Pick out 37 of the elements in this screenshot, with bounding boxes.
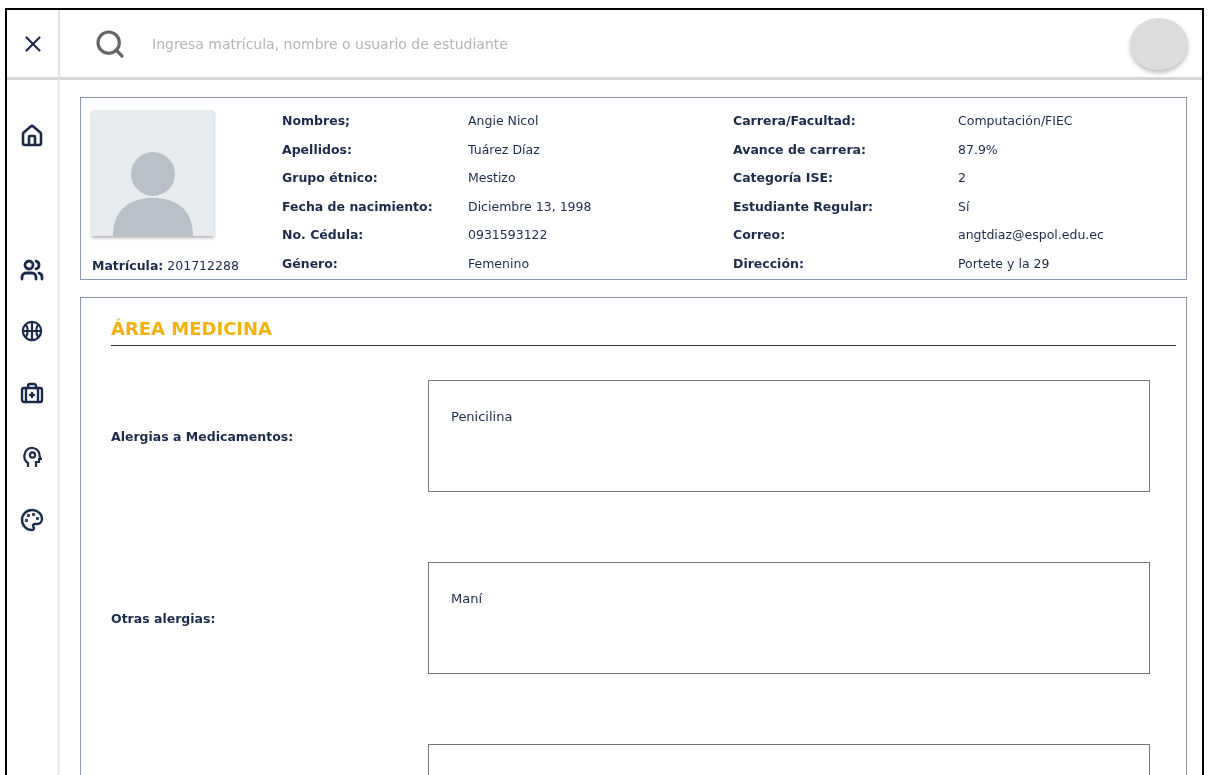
field-value: Computación/FIEC <box>958 112 1074 130</box>
field-value: Tuárez Díaz <box>468 140 541 159</box>
palette-icon <box>20 508 44 532</box>
field-label: Avance de carrera: <box>733 140 867 159</box>
field-value: Femenino <box>468 254 531 273</box>
home-icon <box>20 124 44 148</box>
section-title: ÁREA MEDICINA <box>111 318 1176 346</box>
field-label: Fecha de nacimiento: <box>282 197 434 216</box>
text-area[interactable]: Penicilina <box>428 380 1150 492</box>
field-label: Correo: <box>733 226 787 244</box>
field-label: Nombres; <box>282 112 352 130</box>
field-label: Alergias a Medicamentos: <box>111 428 295 444</box>
field-value: Portete y la 29 <box>958 254 1051 273</box>
people-icon <box>20 258 44 282</box>
field-value: 87.9% <box>958 140 999 159</box>
field-value: Angie Nicol <box>468 112 540 130</box>
field-value: Diciembre 13, 1998 <box>468 197 593 216</box>
field-label: Dirección: <box>733 254 805 273</box>
head-gear-icon <box>22 446 42 468</box>
search-icon <box>94 27 126 60</box>
field-label: Otras alergias: <box>111 610 217 626</box>
field-label: Carrera/Facultad: <box>733 112 857 130</box>
field-label: Género: <box>282 254 339 273</box>
field-label: Estudiante Regular: <box>733 197 875 216</box>
field-value: Mestizo <box>468 169 517 187</box>
matricula-text: Matrícula: 201712288 <box>92 258 240 273</box>
medical-kit-icon <box>20 382 44 406</box>
text-area[interactable]: Maní <box>428 562 1150 674</box>
field-label: No. Cédula: <box>282 226 365 244</box>
field-value: Sí <box>958 197 971 216</box>
field-value: 2 <box>958 169 967 187</box>
field-label: Categoría ISE: <box>733 169 835 187</box>
field-value: 0931593122 <box>468 226 549 244</box>
basketball-icon <box>21 320 43 342</box>
field-value: angtdiaz@espol.edu.ec <box>958 226 1105 244</box>
field-label: Grupo étnico: <box>282 169 379 187</box>
field-label: Apellidos: <box>282 140 353 159</box>
